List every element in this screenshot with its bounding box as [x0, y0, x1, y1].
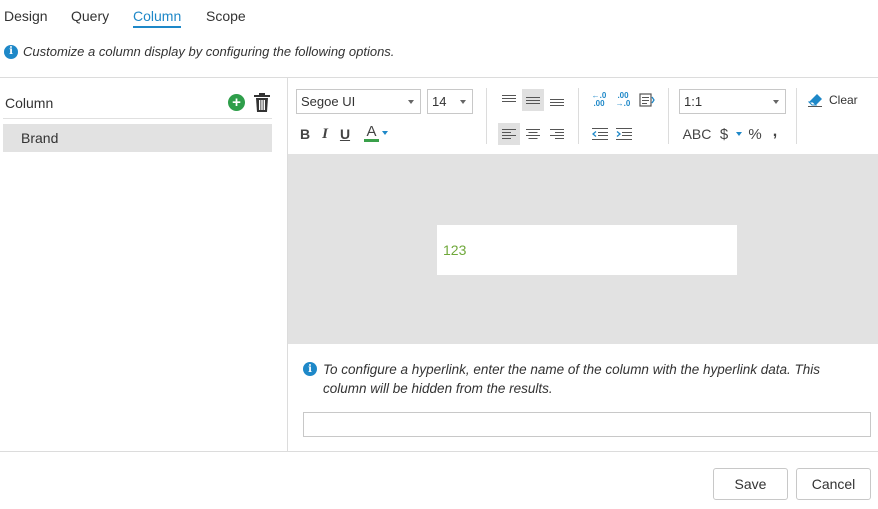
preview-cell: 123 — [437, 225, 737, 275]
hyperlink-info: i To configure a hyperlink, enter the na… — [303, 360, 843, 398]
column-header-divider — [3, 118, 272, 119]
text-format-button[interactable]: ABC — [681, 123, 713, 145]
chevron-down-icon — [736, 132, 742, 136]
divider-bottom — [0, 451, 878, 452]
increase-decimal-button[interactable]: ←.0 .00 — [588, 89, 610, 111]
align-right-button[interactable] — [546, 123, 568, 145]
decrease-decimal-icon: .00 →.0 — [615, 91, 631, 108]
info-icon: i — [303, 362, 317, 376]
wrap-text-icon — [639, 93, 655, 107]
align-middle-button[interactable] — [522, 89, 544, 111]
tab-column[interactable]: Column — [133, 8, 182, 28]
info-icon: i — [4, 44, 18, 59]
info-message: i Customize a column display by configur… — [4, 44, 394, 59]
save-button[interactable]: Save — [713, 468, 788, 500]
align-middle-icon — [526, 97, 540, 104]
toolbar-separator — [578, 88, 579, 144]
chevron-down-icon — [460, 100, 466, 104]
align-left-button[interactable] — [498, 123, 520, 145]
tab-scope[interactable]: Scope — [206, 8, 246, 24]
column-panel: Column + Brand — [0, 78, 287, 451]
align-center-icon — [526, 129, 540, 139]
align-bottom-button[interactable] — [546, 89, 568, 111]
tab-query[interactable]: Query — [71, 8, 109, 24]
clear-label: Clear — [829, 93, 858, 107]
toolbar-separator — [486, 88, 487, 144]
align-bottom-icon — [550, 99, 564, 106]
underline-button[interactable]: U — [334, 123, 356, 145]
decrease-decimal-button[interactable]: .00 →.0 — [612, 89, 634, 111]
clear-button[interactable]: Clear — [808, 93, 858, 107]
add-column-button[interactable]: + — [228, 94, 245, 111]
indent-button[interactable] — [613, 123, 635, 145]
format-toolbar: Segoe UI 14 B I U A ←.0 .00 .00 →.0 1:1 … — [288, 78, 878, 154]
chevron-down-icon — [408, 100, 414, 104]
wrap-text-button[interactable] — [636, 89, 658, 111]
font-size-select[interactable]: 14 — [427, 89, 473, 114]
ratio-value: 1:1 — [684, 94, 703, 109]
font-size-value: 14 — [432, 94, 447, 109]
chevron-down-icon — [381, 131, 388, 135]
align-right-icon — [550, 129, 564, 139]
hyperlink-column-input[interactable] — [303, 412, 871, 437]
currency-format-button[interactable]: $ — [713, 123, 735, 145]
align-top-button[interactable] — [498, 89, 520, 111]
bold-button[interactable]: B — [294, 123, 316, 145]
column-item-brand[interactable]: Brand — [3, 124, 272, 152]
font-family-select[interactable]: Segoe UI — [296, 89, 421, 114]
tab-bar: Design Query Column Scope — [0, 0, 878, 30]
align-center-button[interactable] — [522, 123, 544, 145]
increase-decimal-icon: ←.0 .00 — [591, 91, 607, 108]
percent-format-button[interactable]: % — [744, 123, 766, 145]
font-color-icon: A — [364, 123, 379, 142]
tab-design[interactable]: Design — [4, 8, 48, 24]
indent-icon — [616, 128, 632, 140]
align-left-icon — [502, 129, 516, 139]
toolbar-separator — [668, 88, 669, 144]
cancel-button[interactable]: Cancel — [796, 468, 871, 500]
outdent-icon — [592, 128, 608, 140]
trash-icon[interactable] — [254, 93, 270, 112]
column-panel-header: Column — [5, 95, 54, 111]
outdent-button[interactable] — [589, 123, 611, 145]
font-family-value: Segoe UI — [301, 94, 356, 109]
comma-format-button[interactable]: , — [764, 121, 786, 143]
chevron-down-icon — [773, 100, 779, 104]
info-text: Customize a column display by configurin… — [23, 44, 395, 59]
align-top-icon — [502, 95, 516, 102]
italic-button[interactable]: I — [314, 123, 336, 145]
ratio-select[interactable]: 1:1 — [679, 89, 786, 114]
preview-area: 123 — [288, 154, 878, 344]
eraser-icon — [808, 94, 822, 107]
toolbar-separator — [796, 88, 797, 144]
hyperlink-info-text: To configure a hyperlink, enter the name… — [323, 362, 821, 396]
font-color-button[interactable]: A — [360, 122, 392, 144]
